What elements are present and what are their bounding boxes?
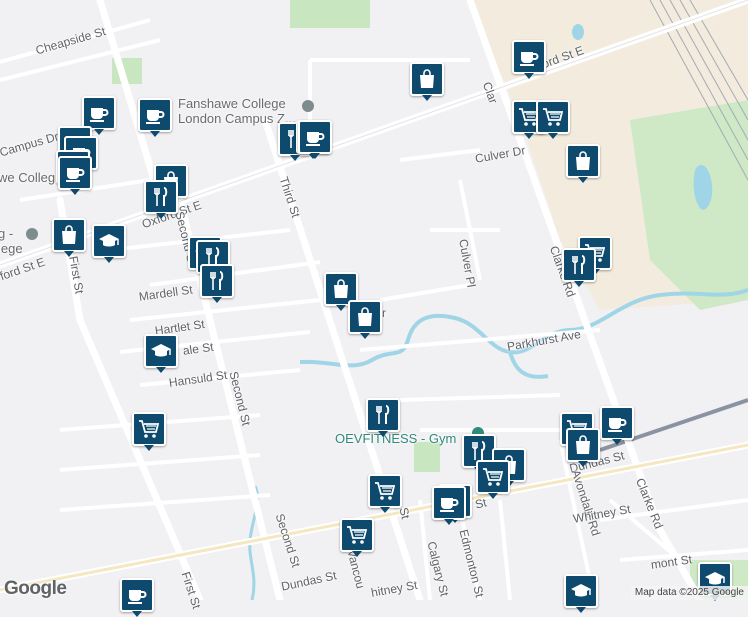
marker-restaurant[interactable] [200,264,234,303]
street-label: r [382,306,386,320]
marker-school[interactable] [564,574,598,613]
coffee-cup-icon [608,418,627,432]
marker-shopping[interactable] [566,428,600,467]
poi-label-line: Fanshawe College [178,96,286,111]
marker-cafe[interactable] [298,120,332,159]
poi-label-fanshawe[interactable]: Fanshawe College London Campus Z... [178,96,296,126]
map-attribution[interactable]: Map data ©2025 Google [630,586,748,600]
poi-label-line: lege [0,241,23,256]
marker-grocery[interactable] [368,474,402,513]
marker-school[interactable] [144,334,178,373]
graduation-cap-icon [571,584,591,597]
shopping-bag-icon [576,151,590,170]
coffee-cup-icon [146,110,165,124]
marker-shopping[interactable] [566,144,600,183]
marker-restaurant[interactable] [144,180,178,219]
marker-cafe[interactable] [58,156,92,195]
marker-grocery[interactable] [536,100,570,139]
google-logo: Google [4,578,67,599]
marker-cafe[interactable] [512,40,546,79]
marker-school[interactable] [92,224,126,263]
poi-label-fanshawe-college[interactable]: we Colleg [0,170,55,185]
coffee-cup-icon [90,108,109,122]
park-area [414,442,440,472]
marker-grocery[interactable] [132,412,166,451]
marker-grocery[interactable] [340,518,374,557]
fork-knife-icon [572,255,586,274]
shopping-cart-icon [139,420,160,438]
marker-cafe[interactable] [432,486,466,525]
poi-label-line: g - [0,226,14,241]
marker-cafe[interactable] [120,578,154,617]
marker-shopping[interactable] [410,62,444,101]
fork-knife-icon [154,187,168,206]
coffee-cup-icon [306,132,325,146]
shopping-bag-icon [420,69,434,88]
coffee-cup-icon [440,498,459,512]
marker-shopping[interactable] [348,300,382,339]
pond [572,24,584,40]
shopping-bag-icon [334,279,348,298]
marker-grocery[interactable] [476,460,510,499]
marker-shopping[interactable] [52,218,86,257]
shopping-bag-icon [62,225,76,244]
graduation-cap-icon [99,234,119,247]
coffee-cup-icon [128,590,147,604]
shopping-cart-icon [543,108,564,126]
university-icon[interactable] [302,100,314,112]
marker-cafe[interactable] [138,98,172,137]
graduation-cap-icon [151,344,171,357]
shopping-bag-icon [358,307,372,326]
marker-cafe[interactable] [82,96,116,135]
marker-restaurant[interactable] [366,398,400,437]
shopping-cart-icon [375,482,396,500]
park-area [290,0,370,28]
fork-knife-icon [210,271,224,290]
poi-label-college[interactable]: g - lege [0,226,23,256]
shopping-cart-icon [347,526,368,544]
university-icon[interactable] [26,228,38,240]
marker-restaurant[interactable] [562,248,596,287]
coffee-cup-icon [66,168,85,182]
shopping-cart-icon [483,468,504,486]
coffee-cup-icon [520,52,539,66]
creek [508,351,549,379]
poi-label-gym[interactable]: OEVFITNESS - Gym [335,431,456,446]
marker-cafe[interactable] [600,406,634,445]
shopping-bag-icon [576,435,590,454]
fork-knife-icon [376,405,390,424]
